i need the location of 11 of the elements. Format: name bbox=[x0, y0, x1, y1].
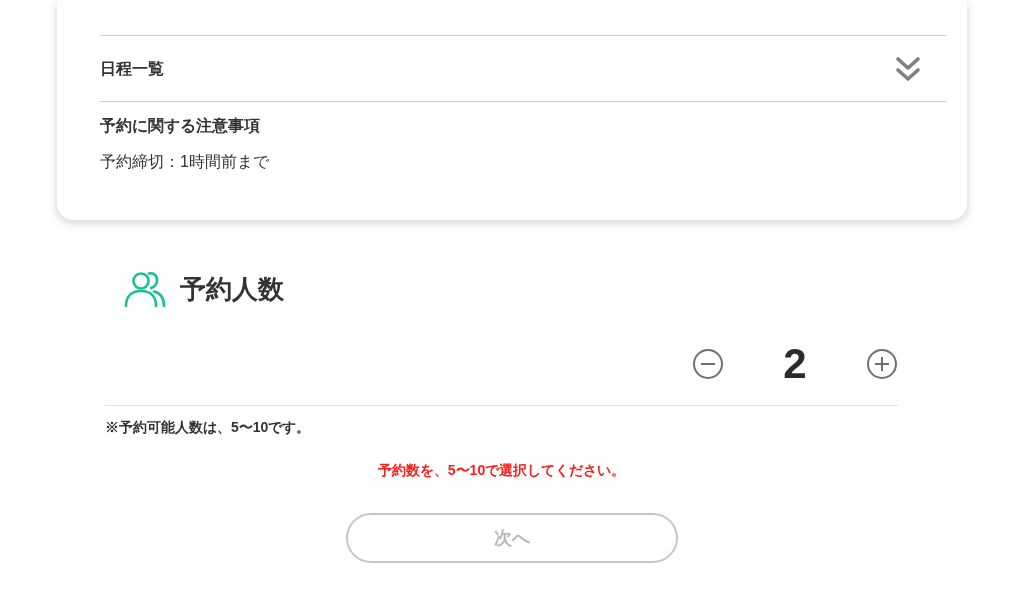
notes-text: 予約締切：1時間前まで bbox=[100, 152, 270, 172]
error-message: 予約数を、5〜10で選択してください。 bbox=[377, 461, 626, 480]
double-chevron-icon[interactable] bbox=[895, 55, 921, 82]
count-value: 2 bbox=[782, 344, 808, 384]
section-title: 予約人数 bbox=[180, 273, 284, 306]
schedule-accordion-label[interactable]: 日程一覧 bbox=[100, 56, 164, 81]
decrement-button[interactable] bbox=[693, 349, 723, 379]
notes-heading: 予約に関する注意事項 bbox=[100, 116, 261, 136]
people-icon bbox=[124, 271, 166, 307]
increment-button[interactable] bbox=[867, 349, 897, 379]
range-note: ※予約可能人数は、5〜10です。 bbox=[105, 418, 312, 437]
